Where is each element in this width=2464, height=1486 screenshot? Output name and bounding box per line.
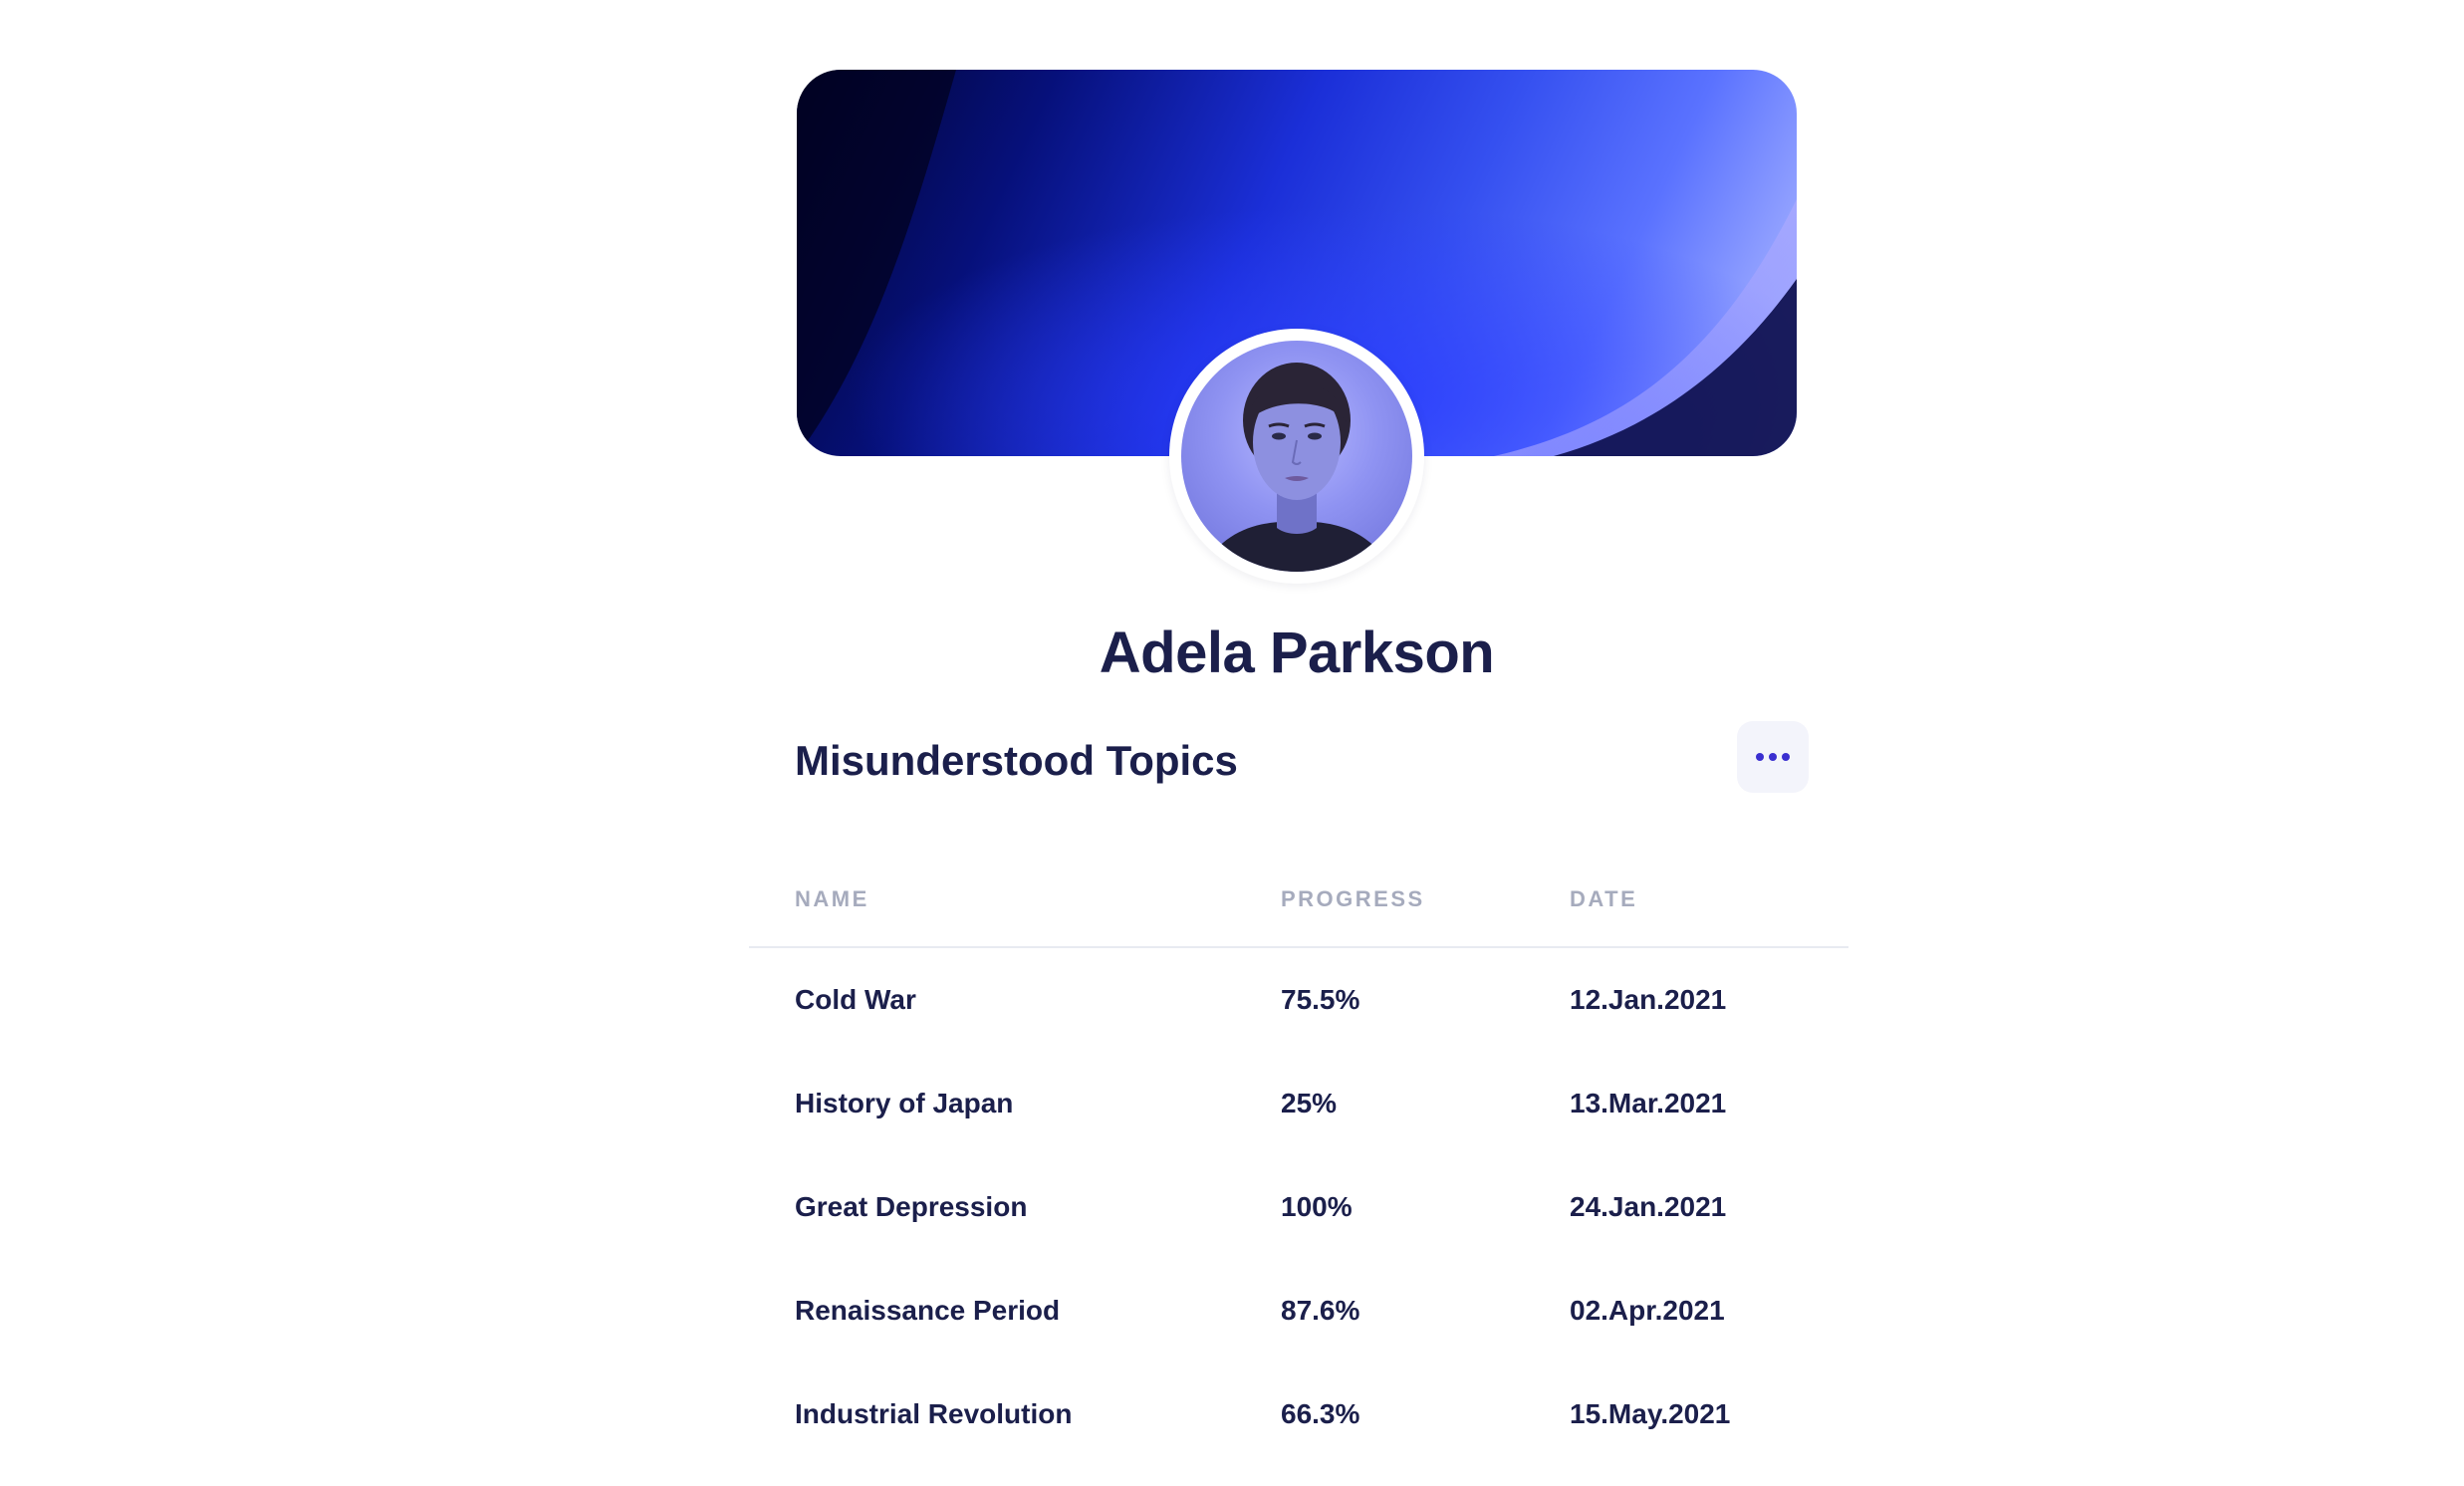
profile-card: Adela Parkson Misunderstood Topics NAME … xyxy=(749,30,1848,1444)
topic-progress: 75.5% xyxy=(1281,984,1360,1015)
table-row[interactable]: Industrial Revolution 66.3% 15.May.2021 xyxy=(749,1362,1848,1466)
topic-progress: 87.6% xyxy=(1281,1295,1360,1326)
more-options-button[interactable] xyxy=(1737,721,1809,793)
table-header: NAME PROGRESS DATE xyxy=(749,886,1848,948)
column-header-name[interactable]: NAME xyxy=(795,886,869,912)
table-row[interactable]: Renaissance Period 87.6% 02.Apr.2021 xyxy=(749,1259,1848,1362)
table-row[interactable]: History of Japan 25% 13.Mar.2021 xyxy=(749,1052,1848,1155)
topic-date: 15.May.2021 xyxy=(1570,1398,1731,1429)
topic-date: 13.Mar.2021 xyxy=(1570,1088,1727,1118)
topic-date: 24.Jan.2021 xyxy=(1570,1191,1727,1222)
topic-progress: 100% xyxy=(1281,1191,1353,1222)
more-horizontal-icon-dot xyxy=(1769,753,1777,761)
topic-date: 02.Apr.2021 xyxy=(1570,1295,1725,1326)
profile-name: Adela Parkson xyxy=(1099,620,1495,685)
topic-name: Great Depression xyxy=(795,1191,1028,1222)
topic-date: 12.Jan.2021 xyxy=(1570,984,1727,1015)
topic-name: Cold War xyxy=(795,984,916,1015)
avatar-portrait xyxy=(1201,363,1392,572)
topic-name: Renaissance Period xyxy=(795,1295,1061,1326)
topic-progress: 25% xyxy=(1281,1088,1338,1118)
table-row[interactable]: Great Depression 100% 24.Jan.2021 xyxy=(749,1155,1848,1259)
topic-name: History of Japan xyxy=(795,1088,1014,1118)
topic-progress: 66.3% xyxy=(1281,1398,1360,1429)
section-title: Misunderstood Topics xyxy=(795,737,1238,784)
table-row[interactable]: Cold War 75.5% 12.Jan.2021 xyxy=(749,948,1848,1052)
avatar[interactable] xyxy=(1181,341,1412,572)
column-header-date[interactable]: DATE xyxy=(1570,886,1637,912)
topic-name: Industrial Revolution xyxy=(795,1398,1073,1429)
column-header-progress[interactable]: PROGRESS xyxy=(1281,886,1425,912)
more-horizontal-icon xyxy=(1756,753,1764,761)
avatar-ring xyxy=(1169,329,1424,584)
more-horizontal-icon-dot xyxy=(1782,753,1790,761)
